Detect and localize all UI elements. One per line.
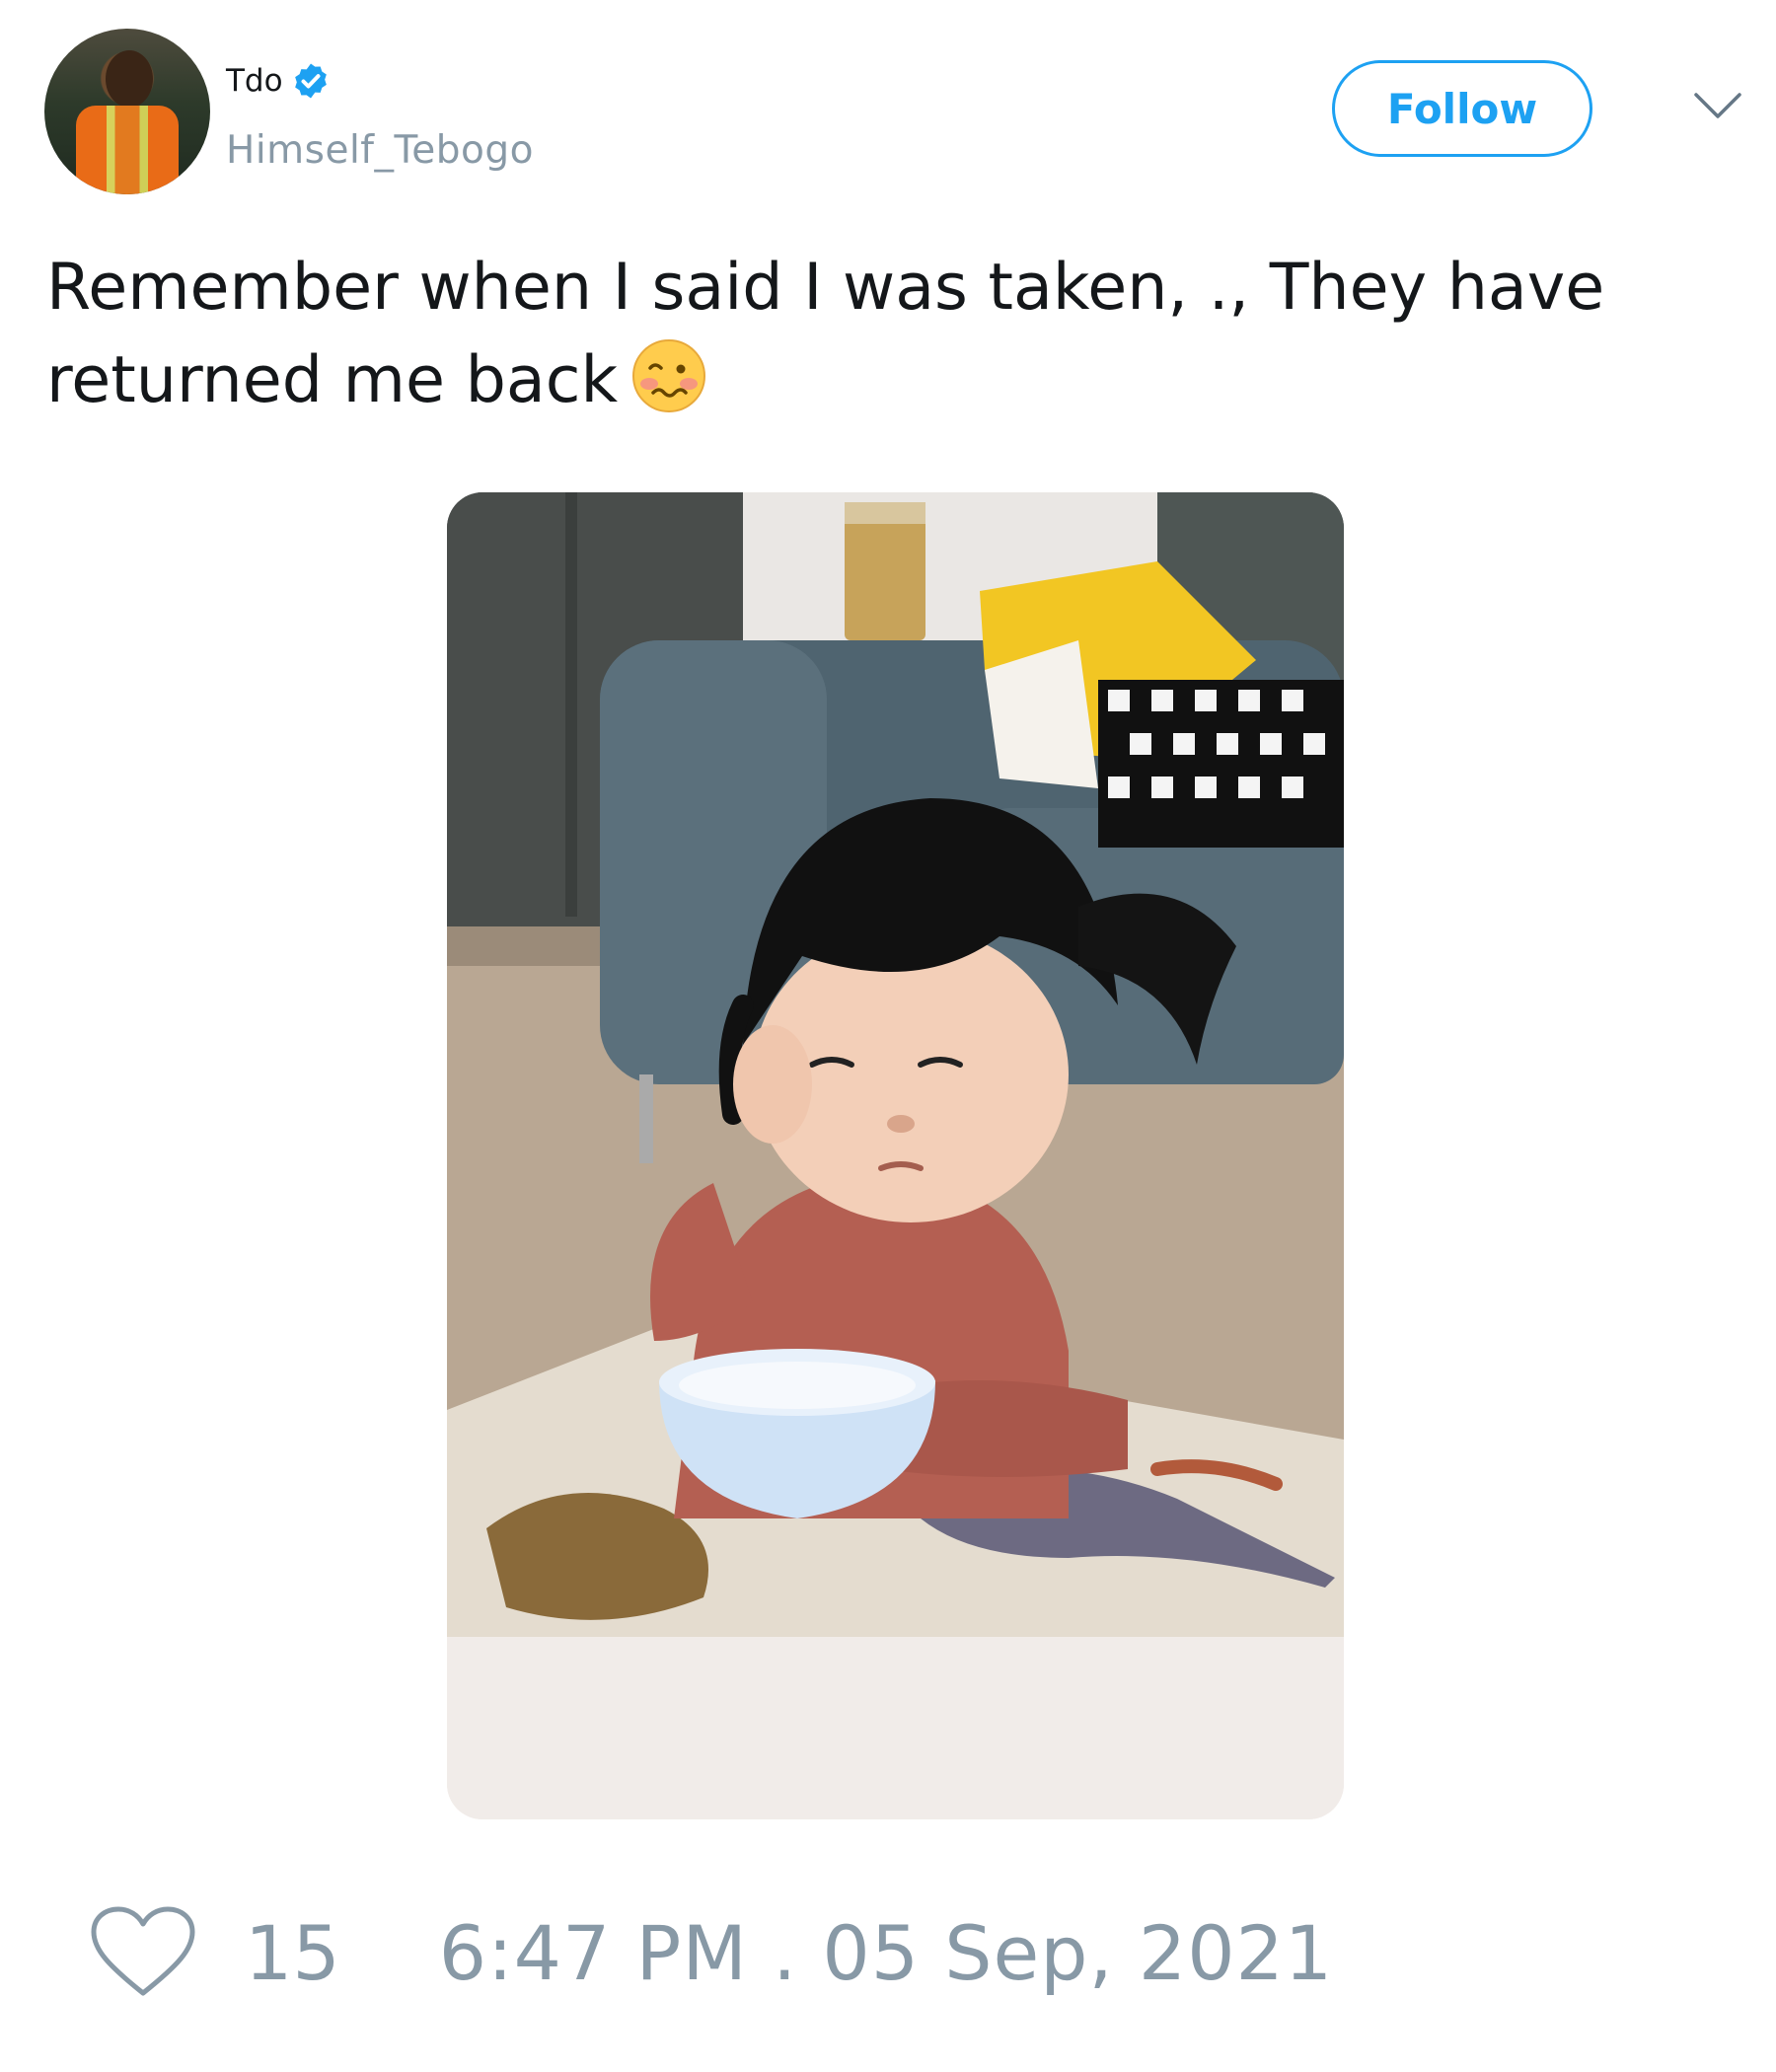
author-handle[interactable]: Himself_Tebogo — [226, 128, 534, 173]
avatar-head — [106, 50, 153, 108]
avatar-vest — [76, 106, 179, 194]
tweet-text-body: Remember when I said I was taken, ., The… — [46, 251, 1605, 417]
timestamp[interactable]: 6:47 PM . 05 Sep, 2021 — [439, 1909, 1334, 1997]
verified-badge-icon — [294, 63, 327, 99]
follow-button[interactable]: Follow — [1332, 60, 1592, 157]
tweet-photo[interactable] — [447, 492, 1344, 1819]
tweet-footer: 15 6:47 PM . 05 Sep, 2021 — [89, 1904, 1333, 2001]
photo-illustration — [447, 492, 1344, 1819]
woozy-face-icon — [632, 339, 706, 412]
like-count[interactable]: 15 — [245, 1909, 340, 1997]
author-name-row: Tdo — [226, 61, 331, 101]
chevron-down-icon[interactable] — [1693, 91, 1742, 120]
avatar[interactable] — [44, 29, 210, 194]
tweet-text: Remember when I said I was taken, ., The… — [46, 242, 1743, 427]
display-name[interactable]: Tdo — [226, 63, 283, 99]
heart-icon[interactable] — [89, 1904, 197, 2001]
